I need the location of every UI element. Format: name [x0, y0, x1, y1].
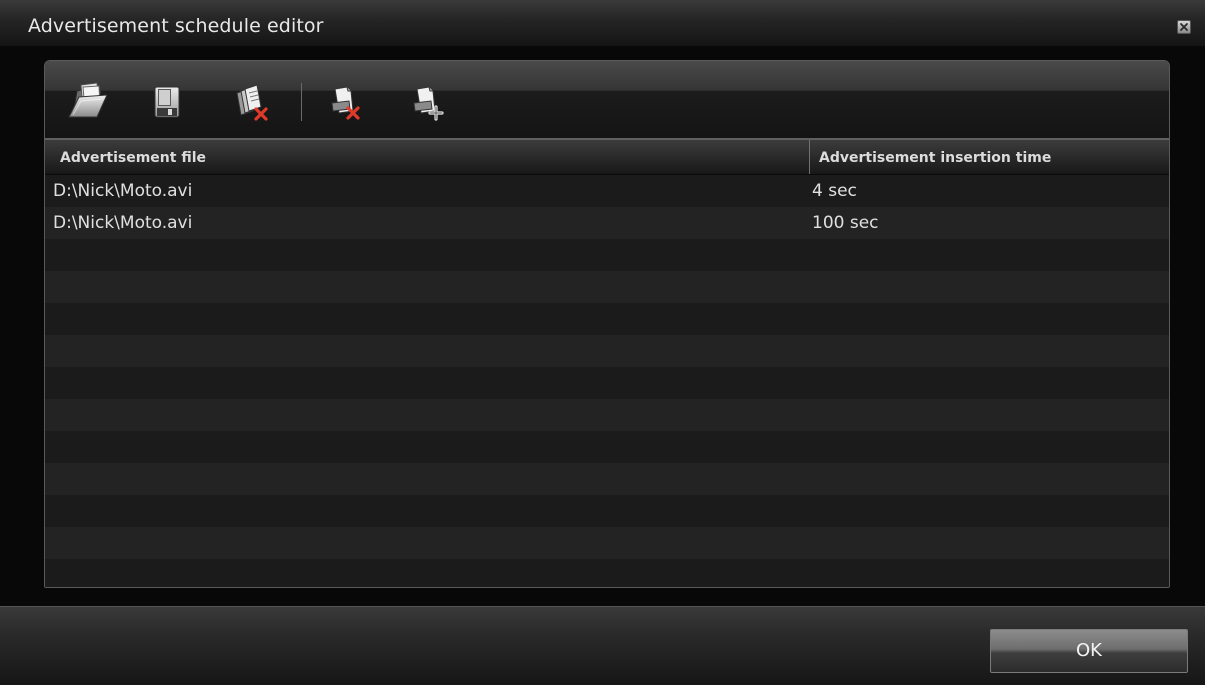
- column-header-time[interactable]: Advertisement insertion time: [819, 150, 1051, 166]
- row-file: D:\Nick\Moto.avi: [53, 181, 193, 201]
- window-title: Advertisement schedule editor: [28, 15, 324, 37]
- open-folder-icon: [68, 82, 108, 118]
- close-button[interactable]: [1177, 20, 1191, 34]
- save-button[interactable]: [145, 79, 187, 123]
- add-item-icon: [413, 86, 444, 121]
- row-time: 4 sec: [812, 181, 857, 201]
- dialog-window: Advertisement schedule editor Advertisem…: [0, 0, 1205, 685]
- table-row[interactable]: D:\Nick\Moto.avi 4 sec: [45, 175, 1169, 207]
- remove-item-icon: [331, 86, 360, 120]
- schedule-panel: Advertisement file Advertisement inserti…: [44, 60, 1170, 588]
- open-button[interactable]: [67, 79, 109, 123]
- schedule-list[interactable]: D:\Nick\Moto.avi 4 sec D:\Nick\Moto.avi …: [45, 175, 1169, 587]
- clear-all-button[interactable]: [229, 79, 271, 123]
- remove-item-button[interactable]: [323, 79, 365, 123]
- clear-all-icon: [236, 84, 268, 121]
- title-bar[interactable]: Advertisement schedule editor: [0, 0, 1205, 46]
- row-file: D:\Nick\Moto.avi: [53, 213, 193, 233]
- add-item-button[interactable]: [405, 79, 447, 123]
- save-disk-icon: [154, 86, 180, 118]
- row-time: 100 sec: [812, 213, 879, 233]
- table-row[interactable]: D:\Nick\Moto.avi 100 sec: [45, 207, 1169, 239]
- column-divider[interactable]: [809, 140, 810, 174]
- table-header: Advertisement file Advertisement inserti…: [45, 140, 1169, 175]
- column-header-file[interactable]: Advertisement file: [60, 150, 206, 166]
- ok-button[interactable]: OK: [990, 629, 1188, 673]
- close-icon: [1180, 23, 1188, 31]
- toolbar-separator: [301, 83, 302, 121]
- button-bar: OK: [0, 606, 1205, 685]
- toolbar: [45, 61, 1169, 140]
